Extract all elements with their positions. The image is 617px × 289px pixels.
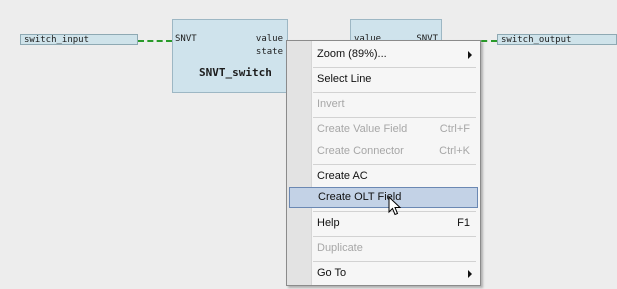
connection-wire-input[interactable] [138,40,172,42]
menu-item-go-to-label: Go To [317,267,347,279]
menu-item-shortcut: Ctrl+F [439,123,470,135]
menu-item-shortcut: Ctrl+K [439,145,470,157]
menu-item-create-connector[interactable]: Create Connector Ctrl+K [289,141,478,162]
menu-item-select-line-label: Select Line [317,73,372,85]
snvt-switch-block[interactable]: SNVT value state SNVT_switch [172,19,288,93]
menu-separator [313,261,476,262]
menu-separator [313,164,476,165]
menu-separator [313,67,476,68]
switch-output-box[interactable]: switch_output [497,34,617,45]
menu-item-invert-label: Invert [317,98,345,110]
block1-port-value[interactable]: value [256,34,283,44]
arrow-cursor-icon [388,196,402,216]
menu-item-invert[interactable]: Invert [289,94,478,115]
menu-item-create-value-field[interactable]: Create Value Field Ctrl+F [289,119,478,140]
menu-item-help-label: Help [317,217,340,229]
menu-item-duplicate[interactable]: Duplicate [289,238,478,259]
switch-input-label: switch_input [24,35,90,45]
menu-item-create-value-field-label: Create Value Field [317,123,408,135]
switch-input-box[interactable]: switch_input [20,34,138,45]
block1-name: SNVT_switch [199,66,272,79]
menu-item-create-ac[interactable]: Create AC [289,166,478,187]
switch-output-label: switch_output [501,35,572,45]
menu-item-help[interactable]: Help F1 [289,213,478,234]
block1-port-state[interactable]: state [256,47,283,57]
menu-item-duplicate-label: Duplicate [317,242,363,254]
menu-separator [313,117,476,118]
context-menu: Zoom (89%)... Select Line Invert Create … [286,40,481,286]
menu-item-create-ac-label: Create AC [317,170,368,182]
menu-item-shortcut: F1 [457,217,470,229]
menu-separator [313,236,476,237]
menu-item-select-line[interactable]: Select Line [289,69,478,90]
menu-item-create-olt-field[interactable]: Create OLT Field [289,187,478,208]
menu-item-create-connector-label: Create Connector [317,145,404,157]
menu-item-zoom[interactable]: Zoom (89%)... [289,44,478,65]
submenu-arrow-icon [468,51,472,59]
menu-separator [313,92,476,93]
block1-type-label: SNVT [175,34,197,44]
submenu-arrow-icon [468,270,472,278]
menu-item-go-to[interactable]: Go To [289,263,478,284]
menu-item-zoom-label: Zoom (89%)... [317,48,387,60]
